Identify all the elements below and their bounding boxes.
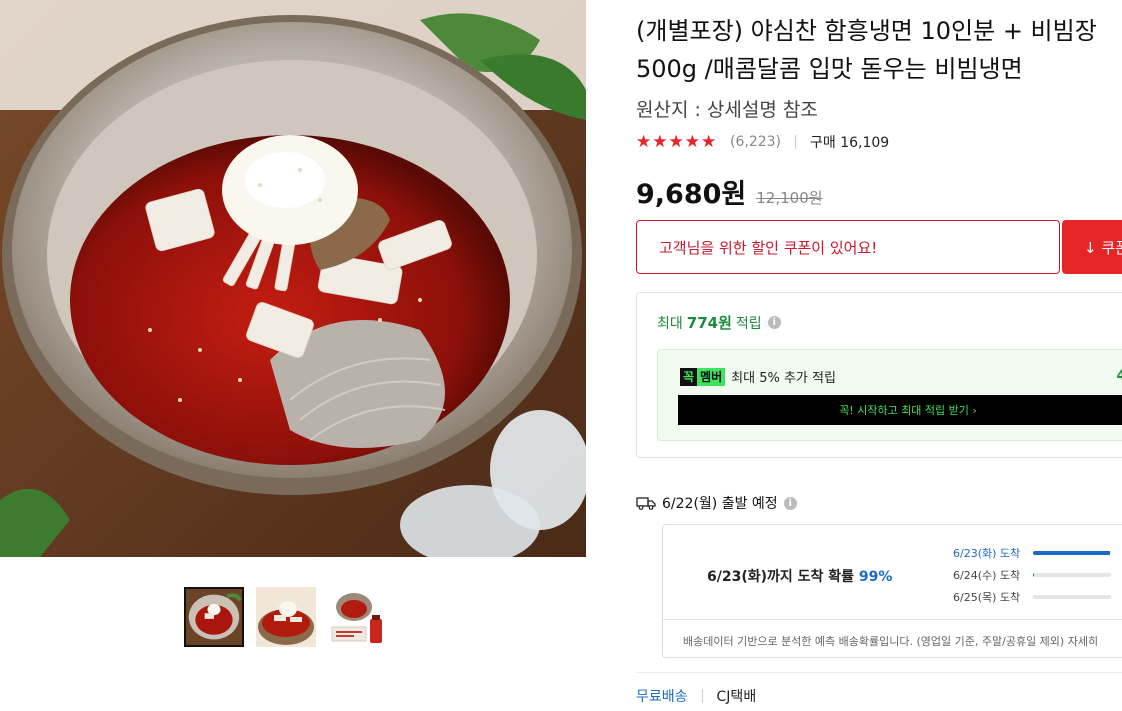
thumbnail-1[interactable] <box>184 587 244 647</box>
probability-row: 6/24(수) 도착 <box>953 564 1111 586</box>
coupon-message: 고객님을 위한 할인 쿠폰이 있어요! <box>659 238 878 257</box>
points-prefix: 최대 <box>657 315 683 332</box>
original-price: 12,100원 <box>756 189 823 207</box>
origin-info: 원산지 : 상세설명 참조 <box>636 99 818 121</box>
sale-price: 9,680원 <box>636 179 747 210</box>
probability-text: 6/23(화)까지 도착 확률 <box>707 569 855 585</box>
membership-cta-button[interactable]: 꼭! 시작하고 최대 적립 받기 › <box>678 395 1122 425</box>
membership-line: 꼭 멤버 최대 5% 추가 적립 <box>680 367 836 386</box>
product-title: (개별포장) 야심찬 함흥냉면 10인분 + 비빔장500g /매콤달콤 입맛 … <box>636 17 1097 83</box>
coupon-button-label: ↓ 쿠폰 <box>1084 238 1122 257</box>
truck-icon <box>636 497 656 510</box>
main-product-image[interactable] <box>0 0 586 557</box>
delivery-divider <box>701 689 703 703</box>
membership-badge-label: 멤버 <box>697 367 726 386</box>
purchase-count: 구매 16,109 <box>810 135 890 151</box>
probability-date: 6/24(수) 도착 <box>953 569 1021 582</box>
max-points-line: 최대 774원 적립 i <box>657 312 781 333</box>
section-divider <box>636 672 1122 673</box>
rating-divider <box>795 135 797 149</box>
thumbnail-strip <box>184 587 388 647</box>
probability-label: 6/23(화)까지 도착 확률 99% <box>707 566 892 586</box>
departure-text: 6/22(월) 출발 예정 <box>662 496 778 512</box>
rating-stars[interactable]: ★★★★★ ★★★★★ <box>636 133 726 151</box>
info-icon[interactable]: i <box>767 316 781 329</box>
probability-bar <box>1033 551 1111 555</box>
membership-points: 48 <box>1116 368 1122 384</box>
probability-note: 배송데이터 기반으로 분석한 예측 배송확률입니다. (영업일 기준, 주말/공… <box>683 635 1099 648</box>
courier-name: CJ택배 <box>716 689 757 705</box>
probability-rows: 6/23(화) 도착 6/24(수) 도착 6/25(목) 도착 <box>953 542 1111 608</box>
probability-bar-fill <box>1033 573 1034 577</box>
coupon-banner[interactable]: 고객님을 위한 할인 쿠폰이 있어요! <box>636 220 1060 274</box>
membership-text: 최대 5% 추가 적립 <box>731 371 836 386</box>
points-suffix: 적립 <box>735 315 762 332</box>
price-row: 9,680원 12,100원 <box>636 172 823 211</box>
review-count[interactable]: (6,223) <box>730 134 781 150</box>
rating-row: ★★★★★ ★★★★★ (6,223) 구매 16,109 <box>636 132 889 152</box>
thumbnail-2[interactable] <box>256 587 316 647</box>
probability-bar <box>1033 573 1111 577</box>
thumbnail-3[interactable] <box>328 587 388 647</box>
membership-badge: 꼭 멤버 <box>680 367 726 386</box>
shipping-info-icon[interactable]: i <box>783 496 797 510</box>
points-amount: 774원 <box>686 314 732 332</box>
probability-bar <box>1033 595 1111 599</box>
probability-date: 6/23(화) 도착 <box>953 547 1021 560</box>
free-shipping-label: 무료배송 <box>636 689 688 705</box>
membership-box: 꼭 멤버 최대 5% 추가 적립 48 꼭! 시작하고 최대 적립 받기 › <box>657 349 1122 441</box>
probability-divider <box>663 619 1122 620</box>
probability-date: 6/25(목) 도착 <box>953 591 1021 604</box>
points-card: 최대 774원 적립 i 꼭 멤버 최대 5% 추가 적립 48 꼭! 시작하고… <box>636 292 1122 458</box>
shipping-departure: 6/22(월) 출발 예정 i <box>636 493 797 513</box>
probability-bar-fill <box>1033 551 1111 555</box>
star-icons-filled: ★★★★★ <box>636 133 717 151</box>
membership-badge-mark: 꼭 <box>680 367 698 386</box>
coupon-download-button[interactable]: ↓ 쿠폰 <box>1062 220 1122 274</box>
probability-row: 6/23(화) 도착 <box>953 542 1111 564</box>
delivery-probability-card: 6/23(화)까지 도착 확률 99% 6/23(화) 도착 6/24(수) 도착… <box>662 524 1122 658</box>
probability-value: 99% <box>858 569 893 585</box>
delivery-method-row: 무료배송 CJ택배 <box>636 686 756 706</box>
probability-row: 6/25(목) 도착 <box>953 586 1111 608</box>
